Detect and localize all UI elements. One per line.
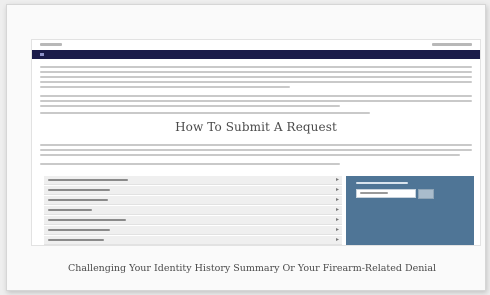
step-label-2 [48, 189, 110, 191]
step-row-6[interactable]: ▸ [44, 226, 342, 235]
section-heading: How To Submit A Request [175, 120, 337, 134]
chevron-right-icon: ▸ [335, 226, 339, 233]
chevron-right-icon: ▸ [335, 236, 339, 243]
site-nav-bar [32, 50, 480, 59]
step-label-3 [48, 199, 108, 201]
site-logo-text [40, 43, 62, 46]
chevron-right-icon: ▸ [335, 176, 339, 183]
figure-caption: Challenging Your Identity History Summar… [67, 263, 437, 274]
step-label-1 [48, 179, 128, 181]
request-number-input[interactable] [356, 189, 416, 198]
step-row-3[interactable]: ▸ [44, 196, 342, 205]
step-row-2[interactable]: ▸ [44, 186, 342, 195]
step-accordion: ▸ ▸ ▸ ▸ ▸ ▸ ▸ [44, 176, 342, 245]
webpage-screenshot: How To Submit A Request ▸ ▸ ▸ ▸ ▸ ▸ ▸ [31, 39, 481, 246]
site-top-strip [32, 40, 480, 50]
step-label-6 [48, 229, 110, 231]
panel-title [356, 182, 408, 184]
site-top-link[interactable] [432, 43, 472, 46]
step-label-5 [48, 219, 126, 221]
nav-home-icon[interactable] [40, 53, 44, 56]
request-status-panel [346, 176, 474, 245]
check-status-button[interactable] [418, 189, 434, 199]
step-row-1[interactable]: ▸ [44, 176, 342, 185]
step-row-5[interactable]: ▸ [44, 216, 342, 225]
figure-card: How To Submit A Request ▸ ▸ ▸ ▸ ▸ ▸ ▸ Ch… [6, 4, 486, 291]
step-row-7[interactable]: ▸ [44, 236, 342, 245]
input-value [360, 192, 388, 194]
chevron-right-icon: ▸ [335, 196, 339, 203]
step-label-7 [48, 239, 104, 241]
chevron-right-icon: ▸ [335, 206, 339, 213]
chevron-right-icon: ▸ [335, 216, 339, 223]
step-label-4 [48, 209, 92, 211]
step-row-4[interactable]: ▸ [44, 206, 342, 215]
chevron-right-icon: ▸ [335, 186, 339, 193]
